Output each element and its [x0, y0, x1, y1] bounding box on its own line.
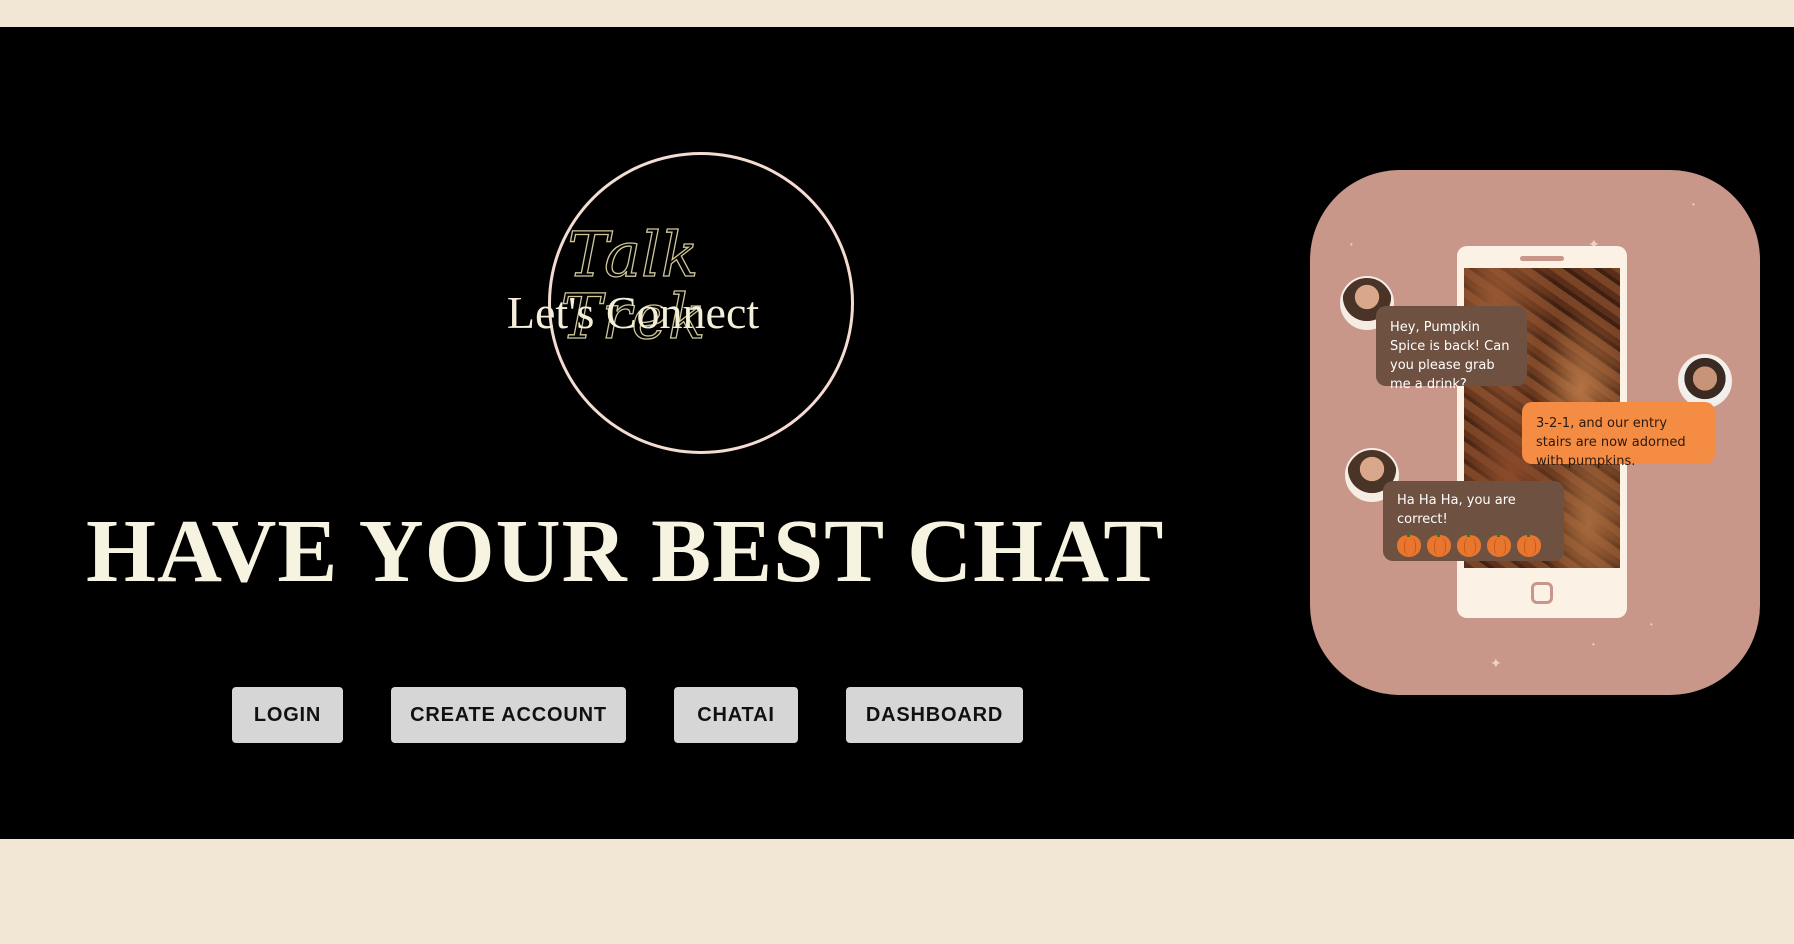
chatai-button[interactable]: CHATAI — [674, 687, 798, 743]
login-button[interactable]: LOGIN — [232, 687, 343, 743]
pumpkin-row — [1397, 531, 1550, 557]
avatar — [1678, 354, 1732, 408]
pumpkin-icon — [1397, 531, 1421, 557]
logo-subtitle: Let's Connect — [506, 287, 760, 338]
sparkle-icon: • — [1350, 240, 1353, 249]
chat-bubble-incoming: Ha Ha Ha, you are correct! — [1383, 481, 1564, 561]
pumpkin-icon — [1457, 531, 1481, 557]
sparkle-icon: ✦ — [1490, 655, 1502, 671]
chat-bubble-text: Ha Ha Ha, you are correct! — [1397, 493, 1516, 527]
dashboard-button[interactable]: DASHBOARD — [846, 687, 1023, 743]
talk-trek-logo: Talk Trek Let's Connect — [480, 122, 854, 462]
chat-bubble-incoming: Hey, Pumpkin Spice is back! Can you plea… — [1376, 306, 1527, 392]
hero-section: Talk Trek Let's Connect HAVE YOUR BEST C… — [0, 27, 1794, 839]
chat-illustration: ✦ • • ✦ • • Hey, Pumpkin Spice is back! … — [1310, 170, 1760, 695]
phone-home-button — [1531, 582, 1553, 604]
phone-speaker — [1520, 256, 1564, 261]
sparkle-icon: • — [1650, 620, 1653, 629]
sparkle-icon: • — [1692, 200, 1695, 209]
chat-bubble-outgoing: 3-2-1, and our entry stairs are now ador… — [1522, 402, 1715, 469]
pumpkin-icon — [1517, 531, 1541, 557]
create-account-button[interactable]: CREATE ACCOUNT — [391, 687, 626, 743]
pumpkin-icon — [1487, 531, 1511, 557]
hero-headline: HAVE YOUR BEST CHAT — [86, 502, 1165, 601]
pumpkin-icon — [1427, 531, 1451, 557]
sparkle-icon: • — [1592, 640, 1595, 649]
